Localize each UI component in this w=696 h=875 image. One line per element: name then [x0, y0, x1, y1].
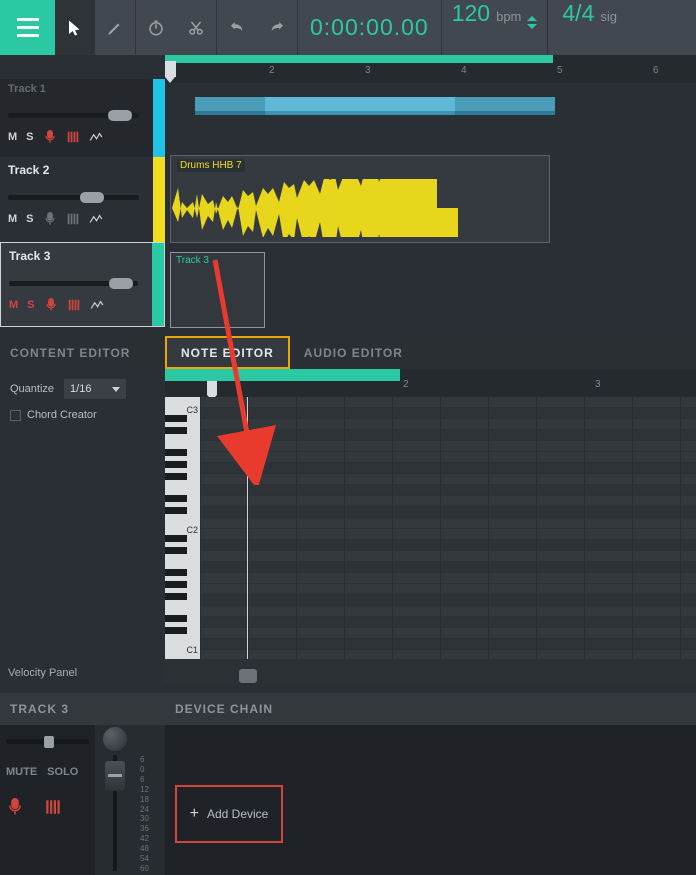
time-signature-value: 4/4	[562, 0, 594, 27]
cut-tool[interactable]	[176, 0, 216, 55]
track-name: Track 1	[8, 83, 157, 95]
midi-clip[interactable]	[195, 97, 265, 115]
pointer-tool[interactable]	[55, 0, 95, 55]
quantize-label: Quantize	[10, 383, 54, 395]
midi-clip[interactable]	[455, 97, 555, 115]
pan-knob[interactable]	[44, 736, 54, 748]
device-chain-title: DEVICE CHAIN	[165, 702, 273, 716]
ruler-tick: 2	[269, 65, 275, 76]
tab-audio-editor[interactable]: AUDIO EDITOR	[290, 336, 417, 369]
piano-keyboard[interactable]: C3 C2 C1 /* decorative - black keys draw…	[165, 397, 200, 659]
chord-creator-label: Chord Creator	[27, 409, 97, 421]
midi-clip[interactable]	[265, 97, 455, 115]
track-color-strip	[153, 79, 165, 157]
track-section-title: TRACK 3	[0, 702, 165, 716]
quantize-value: 1/16	[70, 383, 91, 395]
playhead[interactable]	[207, 381, 217, 395]
mute-button[interactable]: M	[9, 299, 18, 311]
loop-region[interactable]	[165, 55, 553, 63]
loop-region[interactable]	[165, 369, 400, 381]
metronome-button[interactable]	[136, 0, 176, 55]
ruler-tick: 3	[365, 65, 371, 76]
solo-button[interactable]: SOLO	[47, 766, 78, 778]
content-editor-label: CONTENT EDITOR	[0, 346, 165, 360]
ruler-tick: 6	[653, 65, 659, 76]
timecode-display[interactable]: 0:00:00.00	[298, 0, 442, 55]
ruler-tick: 4	[461, 65, 467, 76]
instrument-icon[interactable]	[44, 798, 62, 816]
record-arm-icon[interactable]	[6, 798, 24, 816]
mute-button[interactable]: M	[8, 131, 17, 143]
time-signature-unit: sig	[600, 9, 617, 24]
plus-icon: +	[190, 805, 199, 823]
tempo-unit: bpm	[496, 9, 521, 24]
track-color-strip	[153, 157, 165, 242]
track-volume-knob[interactable]	[109, 278, 133, 289]
record-arm-icon[interactable]	[44, 298, 58, 312]
tempo-up[interactable]	[527, 16, 537, 21]
fader-strip: 606121824303642485460	[95, 725, 165, 875]
chevron-down-icon	[112, 387, 120, 392]
clip-lane[interactable]: Drums HHB 7	[165, 161, 696, 246]
chord-creator-checkbox[interactable]: Chord Creator	[10, 409, 155, 421]
redo-button[interactable]	[257, 0, 297, 55]
clip-lane[interactable]	[165, 83, 696, 161]
ruler-tick: 2	[403, 379, 409, 390]
empty-clip[interactable]: Track 3	[170, 252, 265, 328]
track-name: Track 2	[8, 163, 157, 177]
note-editor-ruler[interactable]: 2 3	[165, 369, 696, 397]
fader-handle[interactable]	[105, 761, 125, 791]
solo-button[interactable]: S	[27, 299, 34, 311]
track-header-2[interactable]: Track 2 M S	[0, 157, 165, 242]
tab-note-editor[interactable]: NOTE EDITOR	[165, 336, 290, 369]
menu-button[interactable]	[0, 0, 55, 55]
clip-label: Track 3	[176, 255, 209, 266]
scroll-handle[interactable]	[239, 669, 257, 683]
undo-button[interactable]	[217, 0, 257, 55]
instrument-icon[interactable]	[66, 130, 80, 144]
clip-label: Drums HHB 7	[177, 159, 245, 172]
track-name: Track 3	[9, 249, 156, 263]
ruler-tick: 5	[557, 65, 563, 76]
tempo-value: 120	[452, 0, 490, 27]
solo-button[interactable]: S	[26, 213, 33, 225]
clip-lane[interactable]: Track 3	[165, 246, 696, 331]
time-signature-box[interactable]: 4/4 sig	[548, 0, 631, 55]
instrument-icon[interactable]	[66, 212, 80, 226]
add-device-label: Add Device	[207, 807, 268, 821]
add-device-button[interactable]: + Add Device	[175, 785, 283, 843]
instrument-icon[interactable]	[67, 298, 81, 312]
octave-label: C2	[186, 525, 198, 535]
tempo-down[interactable]	[527, 24, 537, 29]
waveform-icon	[170, 179, 550, 237]
track-color-strip	[152, 243, 164, 326]
piano-roll-grid[interactable]	[200, 397, 696, 659]
timeline-ruler[interactable]: 1 2 3 4 5 6	[165, 55, 696, 83]
record-arm-icon[interactable]	[43, 212, 57, 226]
record-arm-icon[interactable]	[43, 130, 57, 144]
octave-label: C1	[186, 645, 198, 655]
ruler-tick: 3	[595, 379, 601, 390]
quantize-select[interactable]: 1/16	[64, 379, 126, 399]
automation-icon[interactable]	[90, 298, 104, 312]
track-volume-knob[interactable]	[80, 192, 104, 203]
gain-knob[interactable]	[103, 727, 127, 751]
solo-button[interactable]: S	[26, 131, 33, 143]
track-header-3[interactable]: Track 3 M S	[0, 242, 165, 327]
mute-button[interactable]: M	[8, 213, 17, 225]
track-volume-knob[interactable]	[108, 110, 132, 121]
tempo-box[interactable]: 120 bpm	[442, 0, 549, 55]
mute-button[interactable]: MUTE	[6, 766, 37, 778]
octave-label: C3	[186, 405, 198, 415]
automation-icon[interactable]	[89, 212, 103, 226]
pencil-tool[interactable]	[95, 0, 135, 55]
track-header-1[interactable]: Track 1 M S	[0, 79, 165, 157]
velocity-panel-label: Velocity Panel	[8, 667, 77, 679]
automation-icon[interactable]	[89, 130, 103, 144]
playhead[interactable]	[165, 61, 176, 77]
